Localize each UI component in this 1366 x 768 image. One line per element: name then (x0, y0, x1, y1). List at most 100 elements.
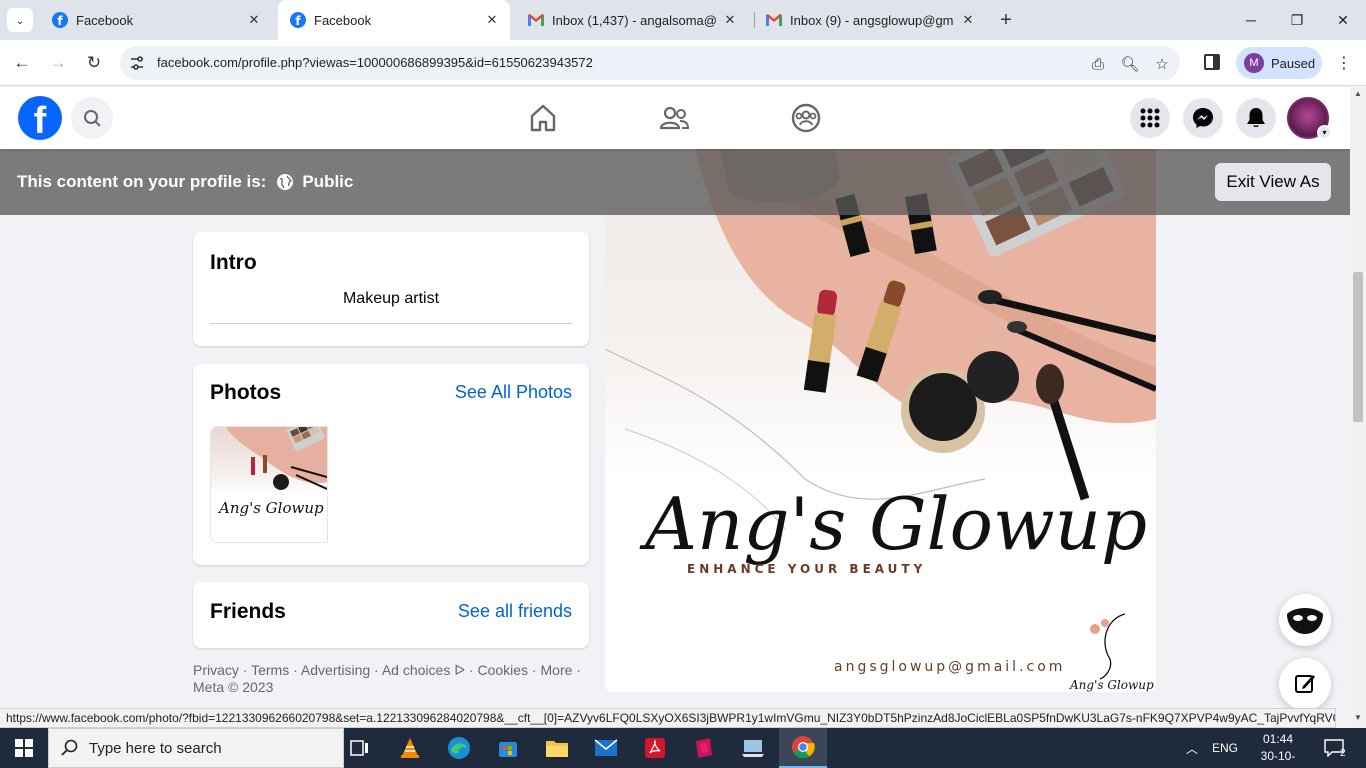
notifications-button[interactable] (1236, 98, 1276, 138)
cover-tagline: ENHANCE YOUR BEAUTY (687, 562, 926, 576)
face-logo-icon: Ang's Glowup (1069, 613, 1154, 692)
tab-facebook-2[interactable]: f Facebook ✕ (278, 0, 510, 40)
task-view-icon[interactable] (336, 728, 384, 768)
windows-logo-icon (15, 739, 33, 757)
reload-icon[interactable]: ↻ (81, 50, 107, 76)
footer-link-more[interactable]: More (541, 662, 573, 678)
tab-facebook-1[interactable]: f Facebook ✕ (40, 0, 272, 40)
facebook-logo[interactable]: f (18, 96, 62, 140)
tab-title: Inbox (1,437) - angalsoma@gm (552, 12, 716, 28)
tab-title: Facebook (314, 12, 372, 28)
scrollbar-thumb[interactable] (1353, 272, 1363, 422)
status-bar-url: https://www.facebook.com/photo/?fbid=122… (0, 708, 1336, 728)
browser-toolbar: ← → ↻ facebook.com/profile.php?viewas=10… (0, 40, 1366, 86)
taskbar-search-box[interactable]: Type here to search (48, 728, 344, 768)
view-as-audience: Public (302, 172, 354, 191)
clock-date: 30-10-2023 (1260, 749, 1296, 768)
language-indicator[interactable]: ENG (1212, 728, 1238, 768)
zoom-icon[interactable]: 🔍︎ (1120, 54, 1140, 74)
profile-button[interactable]: M Paused (1236, 47, 1322, 79)
file-explorer-icon[interactable] (533, 728, 581, 768)
taskbar-clock[interactable]: 01:44 30-10-2023 (1250, 731, 1306, 768)
tab-gmail-1[interactable]: Inbox (1,437) - angalsoma@gm ✕ (516, 0, 748, 40)
cover-brand-text: Ang's Glowup (639, 482, 1147, 566)
friends-card: Friends See all friends (193, 582, 589, 648)
view-as-text: This content on your profile is: Public (17, 172, 353, 192)
scroll-up-icon[interactable]: ▲ (1353, 89, 1363, 98)
close-icon[interactable]: ✕ (246, 12, 262, 28)
friends-title: Friends (210, 600, 286, 623)
acrobat-icon[interactable] (631, 728, 679, 768)
bookmark-star-icon[interactable]: ☆ (1152, 54, 1172, 74)
tab-search-dropdown[interactable]: ⌄ (7, 8, 33, 32)
back-icon[interactable]: ← (9, 50, 35, 76)
site-info-icon[interactable] (129, 55, 145, 71)
media-player-icon[interactable] (680, 728, 728, 768)
footer-link-terms[interactable]: Terms (251, 662, 289, 678)
start-button[interactable] (0, 728, 48, 768)
menu-button[interactable] (1130, 98, 1170, 138)
vlc-icon[interactable] (386, 728, 434, 768)
cover-signature: Ang's Glowup (1069, 678, 1154, 692)
footer-link-ad-choices[interactable]: Ad choices (382, 662, 450, 678)
footer-link-advertising[interactable]: Advertising (301, 662, 370, 678)
clock-time: 01:44 (1262, 732, 1294, 746)
window-close-icon[interactable]: ✕ (1320, 0, 1366, 40)
page-footer: Privacy · Terms · Advertising · Ad choic… (193, 662, 581, 695)
friends-icon[interactable] (657, 101, 691, 135)
anonymous-mask-button[interactable] (1279, 594, 1331, 646)
chevron-down-icon[interactable]: ▾ (1317, 125, 1332, 140)
close-icon[interactable]: ✕ (484, 12, 500, 28)
messenger-button[interactable] (1183, 98, 1223, 138)
see-all-photos-link[interactable]: See All Photos (455, 382, 572, 403)
intro-card: Intro Makeup artist (193, 232, 589, 346)
notification-center-icon[interactable]: 2 (1324, 728, 1346, 768)
store-icon[interactable] (484, 728, 532, 768)
new-message-button[interactable] (1279, 658, 1331, 710)
new-tab-icon[interactable]: + (994, 8, 1018, 32)
menu-grid-icon (1140, 108, 1160, 128)
cover-photo[interactable]: Ang's Glowup ENHANCE YOUR BEAUTY angsglo… (605, 149, 1156, 692)
cover-email: angsglowup@gmail.com (834, 659, 1065, 675)
divider (210, 323, 572, 324)
globe-icon (277, 174, 294, 190)
chrome-icon[interactable] (779, 728, 827, 768)
minimize-icon[interactable]: ─ (1228, 0, 1274, 40)
edge-icon[interactable] (435, 728, 483, 768)
ad-choices-icon: ᐅ (454, 662, 465, 678)
footer-link-privacy[interactable]: Privacy (193, 662, 239, 678)
mail-icon[interactable] (582, 728, 630, 768)
address-bar[interactable]: facebook.com/profile.php?viewas=10000068… (120, 46, 1180, 80)
gmail-icon (766, 14, 782, 26)
exit-view-as-button[interactable]: Exit View As (1215, 163, 1331, 201)
close-icon[interactable]: ✕ (722, 12, 738, 28)
photo-thumbnail[interactable]: Ang's Glowup (210, 426, 328, 543)
close-icon[interactable]: ✕ (960, 12, 976, 28)
see-all-friends-link[interactable]: See all friends (458, 601, 572, 622)
thumbnail-brand-text: Ang's Glowup (217, 499, 324, 517)
footer-copyright: Meta © 2023 (193, 679, 274, 695)
restore-icon[interactable]: ❐ (1274, 0, 1320, 40)
show-hidden-icons-icon[interactable]: ︿ (1186, 728, 1198, 768)
install-app-icon[interactable]: ⎙ (1088, 54, 1108, 74)
scroll-down-icon[interactable]: ▼ (1353, 713, 1363, 722)
page-scrollbar[interactable]: ▲ ▼ (1350, 87, 1366, 727)
search-button[interactable] (71, 97, 113, 139)
tab-gmail-2[interactable]: Inbox (9) - angsglowup@gmai ✕ (754, 0, 986, 40)
footer-link-cookies[interactable]: Cookies (477, 662, 528, 678)
menu-kebab-icon[interactable]: ⋮ (1336, 52, 1352, 74)
bell-icon (1247, 108, 1265, 127)
desktop-app-icon[interactable] (729, 728, 777, 768)
taskbar-search-placeholder: Type here to search (89, 739, 222, 757)
url-text: facebook.com/profile.php?viewas=10000068… (157, 55, 593, 70)
groups-icon[interactable] (789, 101, 823, 135)
mask-icon (1283, 598, 1327, 642)
compose-icon (1295, 675, 1315, 693)
messenger-icon (1193, 108, 1213, 128)
home-icon[interactable] (526, 101, 560, 135)
profile-status: Paused (1271, 55, 1316, 71)
side-panel-icon[interactable] (1204, 54, 1220, 70)
forward-icon[interactable]: → (45, 50, 71, 76)
photos-card: Photos See All Photos Ang's Glowup (193, 364, 589, 565)
intro-bio: Makeup artist (342, 290, 440, 307)
